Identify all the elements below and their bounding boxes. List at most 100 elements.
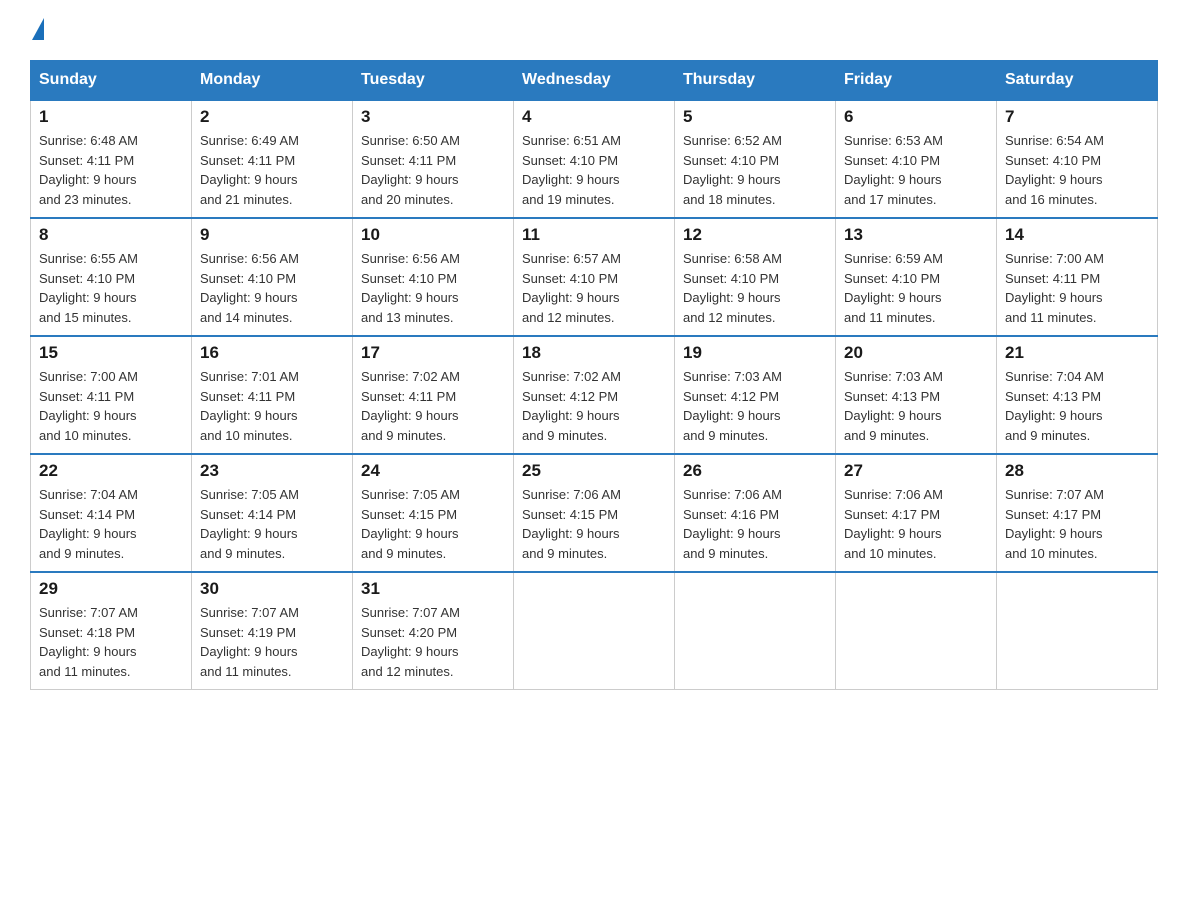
day-info: Sunrise: 6:53 AM Sunset: 4:10 PM Dayligh… <box>844 131 988 209</box>
calendar-cell: 29 Sunrise: 7:07 AM Sunset: 4:18 PM Dayl… <box>31 572 192 690</box>
day-info: Sunrise: 7:00 AM Sunset: 4:11 PM Dayligh… <box>1005 249 1149 327</box>
calendar-cell: 23 Sunrise: 7:05 AM Sunset: 4:14 PM Dayl… <box>192 454 353 572</box>
day-info: Sunrise: 6:58 AM Sunset: 4:10 PM Dayligh… <box>683 249 827 327</box>
day-info: Sunrise: 7:03 AM Sunset: 4:12 PM Dayligh… <box>683 367 827 445</box>
col-header-wednesday: Wednesday <box>514 61 675 101</box>
day-info: Sunrise: 7:07 AM Sunset: 4:20 PM Dayligh… <box>361 603 505 681</box>
day-number: 4 <box>522 107 666 127</box>
calendar-cell: 5 Sunrise: 6:52 AM Sunset: 4:10 PM Dayli… <box>675 100 836 218</box>
day-number: 18 <box>522 343 666 363</box>
calendar-cell: 14 Sunrise: 7:00 AM Sunset: 4:11 PM Dayl… <box>997 218 1158 336</box>
week-row-3: 15 Sunrise: 7:00 AM Sunset: 4:11 PM Dayl… <box>31 336 1158 454</box>
day-number: 21 <box>1005 343 1149 363</box>
day-number: 31 <box>361 579 505 599</box>
day-info: Sunrise: 6:52 AM Sunset: 4:10 PM Dayligh… <box>683 131 827 209</box>
calendar-cell: 24 Sunrise: 7:05 AM Sunset: 4:15 PM Dayl… <box>353 454 514 572</box>
day-info: Sunrise: 7:01 AM Sunset: 4:11 PM Dayligh… <box>200 367 344 445</box>
calendar-cell: 21 Sunrise: 7:04 AM Sunset: 4:13 PM Dayl… <box>997 336 1158 454</box>
day-number: 12 <box>683 225 827 245</box>
day-info: Sunrise: 6:56 AM Sunset: 4:10 PM Dayligh… <box>200 249 344 327</box>
calendar-cell: 3 Sunrise: 6:50 AM Sunset: 4:11 PM Dayli… <box>353 100 514 218</box>
day-number: 3 <box>361 107 505 127</box>
calendar-cell: 17 Sunrise: 7:02 AM Sunset: 4:11 PM Dayl… <box>353 336 514 454</box>
calendar-cell: 12 Sunrise: 6:58 AM Sunset: 4:10 PM Dayl… <box>675 218 836 336</box>
day-info: Sunrise: 7:07 AM Sunset: 4:18 PM Dayligh… <box>39 603 183 681</box>
calendar-cell: 6 Sunrise: 6:53 AM Sunset: 4:10 PM Dayli… <box>836 100 997 218</box>
calendar-cell: 31 Sunrise: 7:07 AM Sunset: 4:20 PM Dayl… <box>353 572 514 690</box>
logo-text <box>30 20 44 40</box>
day-number: 9 <box>200 225 344 245</box>
day-info: Sunrise: 7:00 AM Sunset: 4:11 PM Dayligh… <box>39 367 183 445</box>
calendar-cell: 1 Sunrise: 6:48 AM Sunset: 4:11 PM Dayli… <box>31 100 192 218</box>
day-info: Sunrise: 7:07 AM Sunset: 4:17 PM Dayligh… <box>1005 485 1149 563</box>
day-number: 13 <box>844 225 988 245</box>
day-info: Sunrise: 6:51 AM Sunset: 4:10 PM Dayligh… <box>522 131 666 209</box>
day-number: 11 <box>522 225 666 245</box>
day-info: Sunrise: 7:06 AM Sunset: 4:16 PM Dayligh… <box>683 485 827 563</box>
col-header-thursday: Thursday <box>675 61 836 101</box>
calendar-cell: 20 Sunrise: 7:03 AM Sunset: 4:13 PM Dayl… <box>836 336 997 454</box>
day-number: 14 <box>1005 225 1149 245</box>
day-info: Sunrise: 7:04 AM Sunset: 4:13 PM Dayligh… <box>1005 367 1149 445</box>
calendar-cell: 28 Sunrise: 7:07 AM Sunset: 4:17 PM Dayl… <box>997 454 1158 572</box>
col-header-monday: Monday <box>192 61 353 101</box>
day-number: 6 <box>844 107 988 127</box>
calendar-table: SundayMondayTuesdayWednesdayThursdayFrid… <box>30 60 1158 690</box>
calendar-cell: 18 Sunrise: 7:02 AM Sunset: 4:12 PM Dayl… <box>514 336 675 454</box>
day-number: 26 <box>683 461 827 481</box>
calendar-cell <box>997 572 1158 690</box>
day-info: Sunrise: 7:02 AM Sunset: 4:12 PM Dayligh… <box>522 367 666 445</box>
day-number: 15 <box>39 343 183 363</box>
day-number: 22 <box>39 461 183 481</box>
logo-triangle-icon <box>32 18 44 40</box>
col-header-tuesday: Tuesday <box>353 61 514 101</box>
calendar-cell: 10 Sunrise: 6:56 AM Sunset: 4:10 PM Dayl… <box>353 218 514 336</box>
day-info: Sunrise: 6:59 AM Sunset: 4:10 PM Dayligh… <box>844 249 988 327</box>
day-info: Sunrise: 6:49 AM Sunset: 4:11 PM Dayligh… <box>200 131 344 209</box>
calendar-cell: 16 Sunrise: 7:01 AM Sunset: 4:11 PM Dayl… <box>192 336 353 454</box>
calendar-cell: 15 Sunrise: 7:00 AM Sunset: 4:11 PM Dayl… <box>31 336 192 454</box>
day-info: Sunrise: 6:57 AM Sunset: 4:10 PM Dayligh… <box>522 249 666 327</box>
day-number: 8 <box>39 225 183 245</box>
day-info: Sunrise: 6:48 AM Sunset: 4:11 PM Dayligh… <box>39 131 183 209</box>
day-info: Sunrise: 7:07 AM Sunset: 4:19 PM Dayligh… <box>200 603 344 681</box>
calendar-cell: 25 Sunrise: 7:06 AM Sunset: 4:15 PM Dayl… <box>514 454 675 572</box>
calendar-cell: 4 Sunrise: 6:51 AM Sunset: 4:10 PM Dayli… <box>514 100 675 218</box>
day-info: Sunrise: 6:55 AM Sunset: 4:10 PM Dayligh… <box>39 249 183 327</box>
calendar-cell: 13 Sunrise: 6:59 AM Sunset: 4:10 PM Dayl… <box>836 218 997 336</box>
calendar-cell: 9 Sunrise: 6:56 AM Sunset: 4:10 PM Dayli… <box>192 218 353 336</box>
calendar-cell: 30 Sunrise: 7:07 AM Sunset: 4:19 PM Dayl… <box>192 572 353 690</box>
day-number: 28 <box>1005 461 1149 481</box>
week-row-2: 8 Sunrise: 6:55 AM Sunset: 4:10 PM Dayli… <box>31 218 1158 336</box>
calendar-cell <box>514 572 675 690</box>
day-number: 7 <box>1005 107 1149 127</box>
day-number: 19 <box>683 343 827 363</box>
day-number: 23 <box>200 461 344 481</box>
day-number: 29 <box>39 579 183 599</box>
calendar-cell: 27 Sunrise: 7:06 AM Sunset: 4:17 PM Dayl… <box>836 454 997 572</box>
day-info: Sunrise: 6:56 AM Sunset: 4:10 PM Dayligh… <box>361 249 505 327</box>
week-row-4: 22 Sunrise: 7:04 AM Sunset: 4:14 PM Dayl… <box>31 454 1158 572</box>
week-row-5: 29 Sunrise: 7:07 AM Sunset: 4:18 PM Dayl… <box>31 572 1158 690</box>
day-number: 2 <box>200 107 344 127</box>
calendar-cell: 2 Sunrise: 6:49 AM Sunset: 4:11 PM Dayli… <box>192 100 353 218</box>
page-header <box>30 20 1158 40</box>
day-info: Sunrise: 6:54 AM Sunset: 4:10 PM Dayligh… <box>1005 131 1149 209</box>
week-row-1: 1 Sunrise: 6:48 AM Sunset: 4:11 PM Dayli… <box>31 100 1158 218</box>
calendar-cell <box>675 572 836 690</box>
day-info: Sunrise: 7:05 AM Sunset: 4:15 PM Dayligh… <box>361 485 505 563</box>
calendar-cell: 26 Sunrise: 7:06 AM Sunset: 4:16 PM Dayl… <box>675 454 836 572</box>
col-header-friday: Friday <box>836 61 997 101</box>
day-info: Sunrise: 7:03 AM Sunset: 4:13 PM Dayligh… <box>844 367 988 445</box>
col-header-sunday: Sunday <box>31 61 192 101</box>
day-number: 16 <box>200 343 344 363</box>
day-info: Sunrise: 6:50 AM Sunset: 4:11 PM Dayligh… <box>361 131 505 209</box>
day-number: 25 <box>522 461 666 481</box>
calendar-cell: 11 Sunrise: 6:57 AM Sunset: 4:10 PM Dayl… <box>514 218 675 336</box>
day-number: 27 <box>844 461 988 481</box>
day-info: Sunrise: 7:04 AM Sunset: 4:14 PM Dayligh… <box>39 485 183 563</box>
day-number: 5 <box>683 107 827 127</box>
day-number: 17 <box>361 343 505 363</box>
calendar-cell: 22 Sunrise: 7:04 AM Sunset: 4:14 PM Dayl… <box>31 454 192 572</box>
day-number: 24 <box>361 461 505 481</box>
